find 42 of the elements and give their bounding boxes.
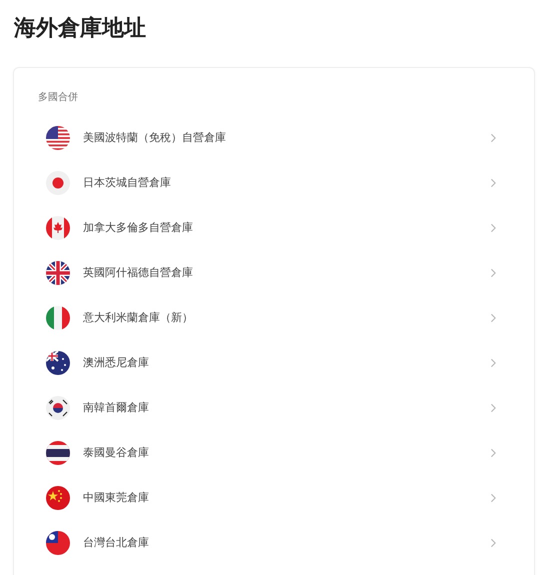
flag-icon (46, 126, 70, 150)
warehouse-item[interactable]: 日本茨城自營倉庫 (14, 160, 534, 205)
warehouse-item[interactable]: 南韓首爾倉庫 (14, 385, 534, 430)
flag-icon (46, 216, 70, 240)
flag-icon (46, 486, 70, 510)
flag-icon (46, 396, 70, 420)
flag-icon (46, 530, 70, 554)
chevron-right-icon (490, 492, 497, 502)
warehouse-item[interactable]: 意大利米蘭倉庫（新） (14, 295, 534, 340)
warehouse-name: 台灣台北倉庫 (83, 535, 150, 550)
warehouse-name: 加拿大多倫多自營倉庫 (83, 220, 194, 235)
warehouse-item[interactable]: 台灣台北倉庫 (14, 520, 534, 565)
warehouse-name: 中國東莞倉庫 (83, 490, 150, 505)
section-label: 多國合併 (38, 91, 79, 105)
warehouse-name: 泰國曼谷倉庫 (83, 445, 150, 460)
warehouse-name: 日本茨城自營倉庫 (83, 175, 172, 190)
warehouse-item[interactable]: 美國波特蘭（免稅）自營倉庫 (14, 115, 534, 160)
chevron-right-icon (490, 448, 497, 458)
warehouse-item[interactable]: 泰國曼谷倉庫 (14, 430, 534, 475)
chevron-right-icon (490, 222, 497, 232)
warehouse-item[interactable]: 澳洲悉尼倉庫 (14, 340, 534, 385)
warehouse-name: 澳洲悉尼倉庫 (83, 355, 150, 370)
warehouse-name: 英國阿什福德自營倉庫 (83, 265, 194, 280)
warehouse-item[interactable]: 英國阿什福德自營倉庫 (14, 250, 534, 295)
chevron-right-icon (490, 178, 497, 188)
flag-icon (46, 306, 70, 330)
chevron-right-icon (490, 268, 497, 278)
chevron-right-icon (490, 358, 497, 368)
page-title: 海外倉庫地址 (12, 14, 147, 43)
chevron-right-icon (490, 538, 497, 548)
warehouse-item[interactable]: 加拿大多倫多自營倉庫 (14, 205, 534, 250)
warehouse-name: 南韓首爾倉庫 (83, 400, 150, 415)
chevron-right-icon (490, 312, 497, 322)
flag-icon (46, 170, 70, 194)
chevron-right-icon (490, 402, 497, 412)
flag-icon (46, 260, 70, 284)
warehouse-name: 意大利米蘭倉庫（新） (83, 310, 194, 325)
warehouse-item[interactable]: 中國東莞倉庫 (14, 475, 534, 520)
chevron-right-icon (490, 132, 497, 142)
warehouse-name: 美國波特蘭（免稅）自營倉庫 (83, 130, 227, 145)
flag-icon (46, 440, 70, 464)
flag-icon (46, 350, 70, 374)
